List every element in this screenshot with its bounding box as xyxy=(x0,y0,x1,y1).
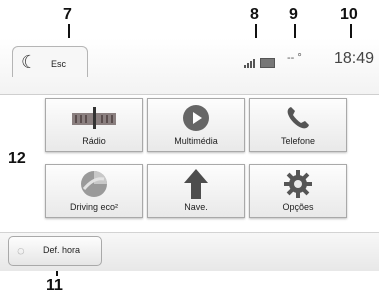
multimedia-tile[interactable]: Multimédia xyxy=(147,98,245,152)
options-tile[interactable]: Opções xyxy=(249,164,347,218)
clock-time: 18:49 xyxy=(334,50,375,67)
navigation-tile[interactable]: Nave. xyxy=(147,164,245,218)
radio-icon xyxy=(46,103,142,133)
clock-icon: ◌ xyxy=(17,243,25,258)
moon-icon: ☾ xyxy=(21,52,38,72)
gear-icon xyxy=(250,169,346,199)
esc-label: Esc xyxy=(51,59,67,69)
callout-10: 10 xyxy=(340,6,358,23)
navigation-arrow-icon xyxy=(148,169,244,199)
multimedia-label: Multimédia xyxy=(174,136,218,146)
esc-button[interactable]: ☾ Esc xyxy=(12,46,88,77)
set-time-button[interactable]: ◌ Def. hora xyxy=(8,236,102,266)
options-label: Opções xyxy=(282,202,314,212)
phone-tile[interactable]: Telefone xyxy=(249,98,347,152)
callout-12: 12 xyxy=(8,150,26,167)
callout-8: 8 xyxy=(250,6,259,23)
callout-7: 7 xyxy=(63,6,72,23)
driving-eco-tile[interactable]: Driving eco² xyxy=(45,164,143,218)
play-icon xyxy=(148,103,244,133)
callout-11: 11 xyxy=(46,277,63,294)
callout-9: 9 xyxy=(289,6,298,23)
navigation-label: Nave. xyxy=(184,202,208,212)
radio-tile[interactable]: Rádio xyxy=(45,98,143,152)
radio-label: Rádio xyxy=(82,136,106,146)
battery-icon xyxy=(260,58,275,68)
driving-eco-label: Driving eco² xyxy=(69,202,118,212)
set-time-label: Def. hora xyxy=(43,245,81,255)
phone-label: Telefone xyxy=(280,136,316,146)
temperature-readout: -- ° xyxy=(287,52,302,64)
phone-icon xyxy=(250,103,346,133)
signal-strength-icon xyxy=(244,58,256,68)
driving-eco-icon xyxy=(46,169,142,199)
